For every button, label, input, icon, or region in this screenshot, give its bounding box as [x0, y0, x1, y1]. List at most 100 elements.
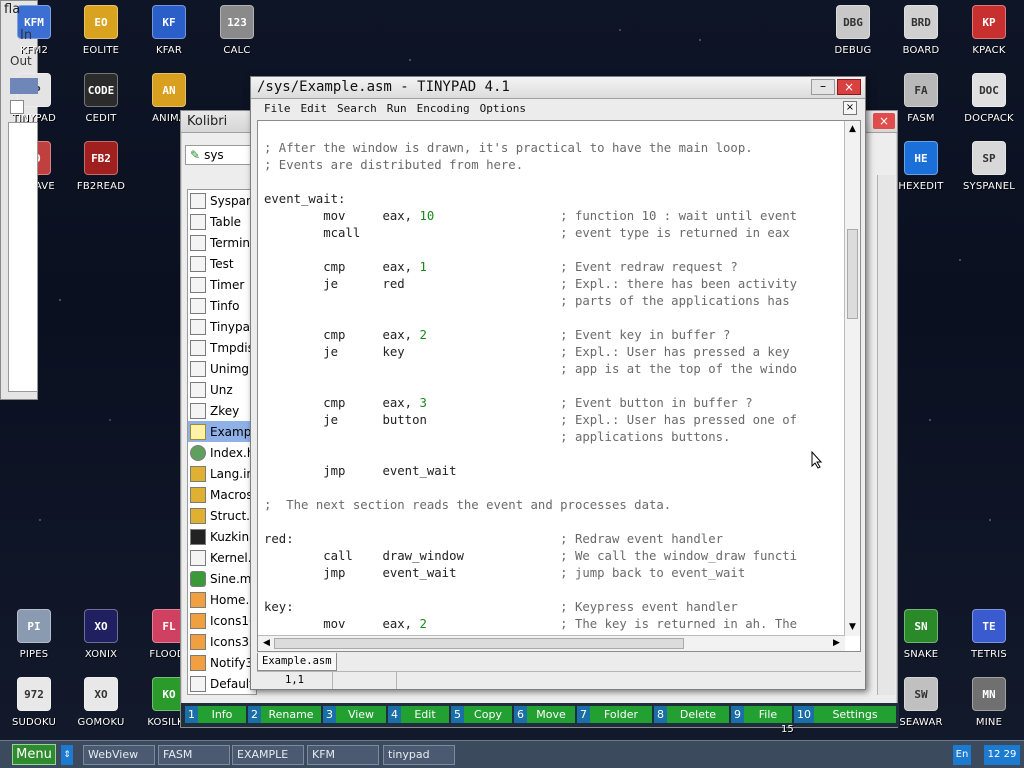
list-item[interactable]: Struct.inc — [188, 505, 256, 526]
list-item[interactable]: Table — [188, 211, 256, 232]
desktop-icon-xonix[interactable]: XO XONIX — [67, 609, 135, 673]
vertical-scroll-thumb[interactable] — [847, 229, 858, 319]
fla-button[interactable] — [10, 78, 38, 94]
desktop-icon-label: DOCPACK — [964, 113, 1014, 124]
list-item[interactable]: Sine.mp3 — [188, 568, 256, 589]
fkey-copy[interactable]: 5 Copy — [451, 706, 512, 723]
desktop-icon-docpack[interactable]: DOC DOCPACK — [955, 73, 1023, 137]
desktop-icon-tetris[interactable]: TE TETRIS — [955, 609, 1023, 673]
file-list[interactable]: Syspanel Table Terminal Test Timer Tinfo Tinyp… — [187, 189, 257, 695]
scroll-up-icon[interactable]: ▲ — [846, 123, 859, 136]
fla-checkbox[interactable] — [10, 100, 24, 114]
fkey-view[interactable]: 3 View — [323, 706, 386, 723]
tinypad-window[interactable]: /sys/Example.asm - TINYPAD 4.1 – × File E… — [250, 76, 866, 690]
list-item[interactable]: Icons16.png — [188, 610, 256, 631]
list-item[interactable]: Test — [188, 253, 256, 274]
list-item[interactable]: Default — [188, 673, 256, 694]
menu-file[interactable]: File — [259, 100, 296, 118]
menu-run[interactable]: Run — [382, 100, 412, 118]
list-item[interactable]: Terminal — [188, 232, 256, 253]
horizontal-scrollbar[interactable]: ◀ ▶ — [258, 635, 845, 651]
tinypad-title-bar[interactable]: /sys/Example.asm - TINYPAD 4.1 – × — [251, 77, 865, 99]
fkey-info[interactable]: 1 Info — [185, 706, 246, 723]
list-item[interactable]: Home.png — [188, 589, 256, 610]
path-field[interactable]: ✎ sys — [185, 145, 255, 165]
desktop-icon-kfar[interactable]: KF KFAR — [135, 5, 203, 69]
code-text-area[interactable]: ; After the window is drawn, it's practi… — [258, 121, 845, 636]
horizontal-scroll-thumb[interactable] — [274, 638, 684, 649]
list-item[interactable]: Timer — [188, 274, 256, 295]
doc-file-icon — [190, 549, 206, 566]
menu-search[interactable]: Search — [332, 100, 382, 118]
vertical-scrollbar[interactable]: ▲ ▼ — [844, 121, 860, 636]
list-item[interactable]: Notify3.png — [188, 652, 256, 673]
scroll-right-icon[interactable]: ▶ — [830, 637, 843, 650]
list-item[interactable]: Tmpdisk — [188, 337, 256, 358]
desktop-icon-pipes[interactable]: PI PIPES — [0, 609, 68, 673]
list-item[interactable]: Lang.inc — [188, 463, 256, 484]
doc-file-icon — [190, 276, 206, 293]
desktop-icon-fb2read[interactable]: FB2 FB2READ — [67, 141, 135, 205]
fkey-rename[interactable]: 2 Rename — [248, 706, 321, 723]
code-editor[interactable]: ; After the window is drawn, it's practi… — [257, 120, 861, 652]
menu-encoding[interactable]: Encoding — [412, 100, 475, 118]
task-webview[interactable]: WebView — [83, 745, 155, 765]
fkey-label: View — [336, 706, 386, 723]
desktop-icon-label: EOLITE — [82, 45, 120, 56]
task-example[interactable]: EXAMPLE — [232, 745, 304, 765]
scroll-left-icon[interactable]: ◀ — [260, 637, 273, 650]
fkey-settings[interactable]: 10 Settings — [794, 706, 896, 723]
clock[interactable]: 12 29 — [984, 745, 1020, 765]
list-item[interactable]: Example.asm — [188, 421, 256, 442]
scroll-down-icon[interactable]: ▼ — [846, 621, 859, 634]
list-item[interactable]: Zkey — [188, 400, 256, 421]
start-menu-button[interactable]: Menu — [12, 744, 56, 765]
file-manager-close-button[interactable]: × — [873, 113, 895, 129]
window-title: /sys/Example.asm - TINYPAD 4.1 — [257, 79, 510, 95]
tab-example-asm[interactable]: Example.asm — [257, 653, 337, 671]
task-fasm[interactable]: FASM — [158, 745, 230, 765]
fkey-edit[interactable]: 4 Edit — [388, 706, 449, 723]
list-item[interactable]: Kuzkina — [188, 526, 256, 547]
task-tinypad[interactable]: tinypad — [383, 745, 455, 765]
fkey-file[interactable]: 9 File — [731, 706, 792, 723]
desktop-icon-debug[interactable]: DBG DEBUG — [819, 5, 887, 69]
list-item[interactable]: Index.htm — [188, 442, 256, 463]
desktop-icon-label: MINE — [975, 717, 1003, 728]
fkey-delete[interactable]: 8 Delete — [654, 706, 729, 723]
file-manager-scrollbar[interactable] — [877, 175, 895, 695]
fkey-folder[interactable]: 7 Folder — [577, 706, 652, 723]
list-item[interactable]: Macros.inc — [188, 484, 256, 505]
list-item[interactable]: Unimg — [188, 358, 256, 379]
desktop-icon-cedit[interactable]: CODE CEDIT — [67, 73, 135, 137]
keyboard-layout-button[interactable]: En — [953, 745, 971, 765]
fla-list-box[interactable] — [8, 122, 38, 392]
fkey-move[interactable]: 6 Move — [514, 706, 575, 723]
desktop-icon-eolite[interactable]: EO EOLITE — [67, 5, 135, 69]
desktop-icon-kpack[interactable]: KP KPACK — [955, 5, 1023, 69]
list-item[interactable]: Tinfo — [188, 295, 256, 316]
menu-options[interactable]: Options — [475, 100, 531, 118]
ship-icon: SW — [904, 677, 938, 711]
menu-edit[interactable]: Edit — [296, 100, 333, 118]
list-item[interactable]: Syspanel — [188, 190, 256, 211]
desktop-icon-mine[interactable]: MN MINE — [955, 677, 1023, 741]
file-name: Timer — [210, 277, 245, 292]
list-item[interactable]: Icons32.png — [188, 631, 256, 652]
minimize-button[interactable]: – — [811, 79, 835, 95]
close-document-button[interactable]: × — [843, 101, 857, 115]
desktop-icon-sudoku[interactable]: 972 SUDOKU — [0, 677, 68, 741]
desktop-icon-calc[interactable]: 123 CALC — [203, 5, 271, 69]
close-button[interactable]: × — [837, 79, 861, 95]
task-kfm[interactable]: KFM — [307, 745, 379, 765]
list-item[interactable]: Tinypad — [188, 316, 256, 337]
fkey-number: 6 — [514, 706, 527, 723]
desktop-icon-gomoku[interactable]: XO GOMOKU — [67, 677, 135, 741]
modified-indicator — [333, 672, 397, 689]
list-item[interactable]: Unz — [188, 379, 256, 400]
desktop-icon-board[interactable]: BRD BOARD — [887, 5, 955, 69]
desktop-icon-syspanel[interactable]: SP SYSPANEL — [955, 141, 1023, 205]
list-item[interactable]: Kernel.mnt — [188, 547, 256, 568]
status-bar: 1,1 — [257, 671, 861, 689]
task-switch-icon[interactable]: ⇕ — [61, 745, 73, 765]
